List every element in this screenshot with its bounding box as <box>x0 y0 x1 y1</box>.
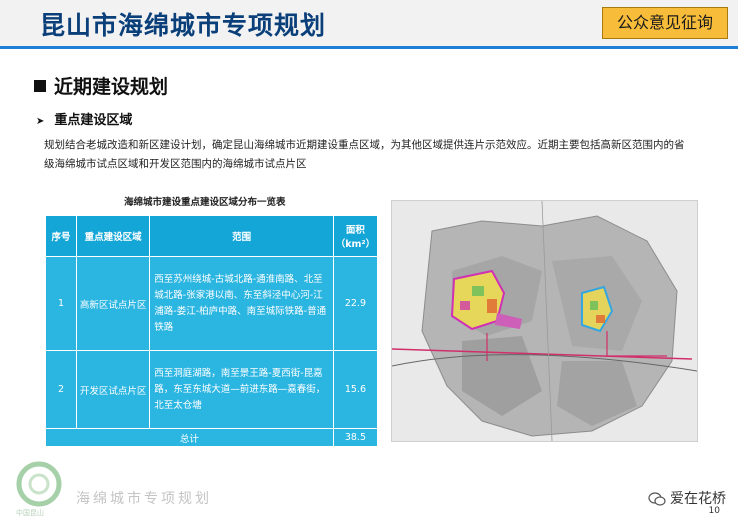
row-range: 西至洞庭湖路，南至景王路-夏西街-昆嘉路，东至东城大道—前进东路—嘉春街，北至太… <box>149 350 334 429</box>
header-cell: 序号 <box>44 215 78 257</box>
section-title: 近期建设规划 <box>54 76 169 98</box>
total-value: 38.5 <box>332 428 379 447</box>
header-cell: 范围 <box>149 215 334 257</box>
area-table: 序号 重点建设区域 范围 面积（km²） 1 高新区试点片区 西至苏州绕城-古城… <box>44 215 379 447</box>
header-cell: 重点建设区域 <box>76 215 151 257</box>
row-area-name: 开发区试点片区 <box>76 350 151 429</box>
map-graphic <box>391 200 698 442</box>
kunshan-logo-icon <box>16 461 62 507</box>
row-index: 2 <box>44 350 78 429</box>
square-bullet-icon <box>34 79 46 92</box>
subsection-title: 重点建设区域 <box>54 113 133 128</box>
wechat-watermark: 爱在花桥 <box>648 488 726 508</box>
subsection-heading: ➤ 重点建设区域 <box>36 109 132 128</box>
total-label: 总计 <box>45 428 334 447</box>
row-area-size: 15.6 <box>332 350 379 429</box>
page-number: 10 <box>708 506 720 516</box>
logo-caption: 中国昆山 <box>16 509 44 517</box>
key-construction-area-map <box>391 200 698 442</box>
wechat-icon <box>648 492 666 506</box>
table-header-row: 序号 重点建设区域 范围 面积（km²） <box>44 215 379 257</box>
row-range: 西至苏州绕城-古城北路-通淮南路、北至城北路-张家港以南、东至斜泾中心河-江浦路… <box>149 256 334 351</box>
section-heading: 近期建设规划 <box>34 72 168 99</box>
row-area-size: 22.9 <box>332 256 379 351</box>
header-divider <box>0 46 738 49</box>
table-row: 1 高新区试点片区 西至苏州绕城-古城北路-通淮南路、北至城北路-张家港以南、东… <box>44 256 379 351</box>
row-area-name: 高新区试点片区 <box>76 256 151 351</box>
intro-paragraph: 规划结合老城改造和新区建设计划，确定昆山海绵城市近期建设重点区域，为其他区域提供… <box>44 139 685 170</box>
row-index: 1 <box>44 256 78 351</box>
table-title: 海绵城市建设重点建设区域分布一览表 <box>124 197 286 208</box>
wechat-account-name: 爱在花桥 <box>670 491 726 507</box>
public-consultation-badge: 公众意见征询 <box>602 7 728 39</box>
table-total-row: 总计 38.5 <box>45 428 379 447</box>
arrow-bullet-icon: ➤ <box>36 116 45 127</box>
header-bar: 昆山市海绵城市专项规划 公众意见征询 <box>0 0 738 46</box>
table-row: 2 开发区试点片区 西至洞庭湖路，南至景王路-夏西街-昆嘉路，东至东城大道—前进… <box>44 350 379 429</box>
footer-brand: 海绵城市专项规划 <box>76 491 212 507</box>
page-title: 昆山市海绵城市专项规划 <box>40 11 327 40</box>
header-cell: 面积（km²） <box>332 215 379 257</box>
